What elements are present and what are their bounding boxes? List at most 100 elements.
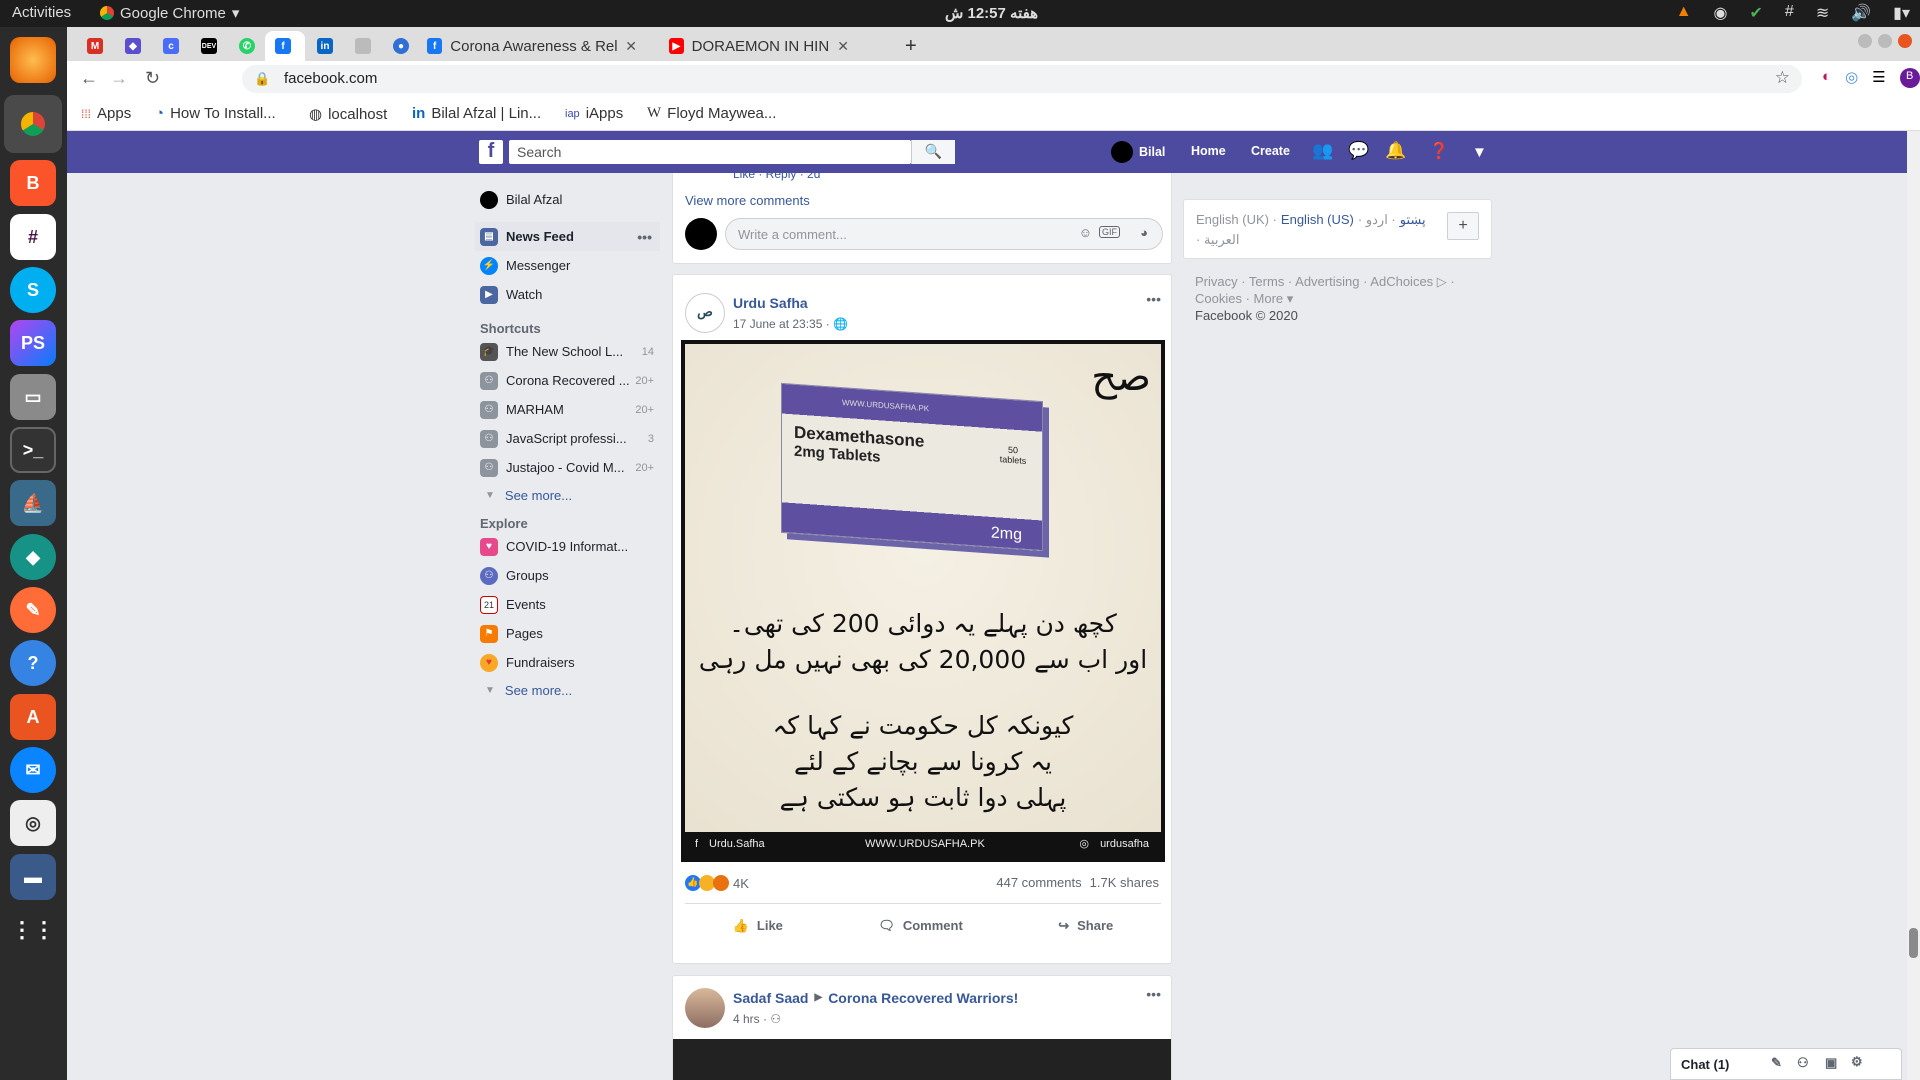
tab-app9[interactable]: ● <box>383 31 419 61</box>
notifications-icon[interactable]: 🔔 <box>1385 141 1406 161</box>
bookmark-iapps[interactable]: iap iApps <box>565 105 623 122</box>
vlc-icon[interactable]: ▲ <box>1676 3 1692 23</box>
friend-requests-icon[interactable]: 👥 <box>1312 141 1333 161</box>
maximize-icon[interactable] <box>1878 34 1892 48</box>
group-chat-icon[interactable]: ⚇ <box>1797 1055 1809 1071</box>
bookmark-floyd[interactable]: W Floyd Maywea... <box>647 105 776 122</box>
screen-icon[interactable]: ▬ <box>10 854 56 900</box>
sidebar-item-pages[interactable]: ⚑ Pages <box>475 619 660 648</box>
see-more-explore[interactable]: ▼ See more... <box>475 677 660 703</box>
sidebar-item-shortcut[interactable]: ⚇ Justajoo - Covid M... 20+ <box>475 453 660 482</box>
tab-blank[interactable] <box>345 31 381 61</box>
share-button[interactable]: ↪ Share <box>1058 918 1113 934</box>
media-icon[interactable]: ☰ <box>1872 68 1885 88</box>
extension-moon-icon[interactable]: ◐ <box>1822 68 1831 88</box>
scrollbar-thumb[interactable] <box>1909 928 1918 958</box>
language-option[interactable]: پښتو <box>1400 212 1426 228</box>
reaction-summary[interactable]: 👍 4K <box>685 875 749 891</box>
tab-gmail[interactable]: M <box>77 31 113 61</box>
see-more-shortcuts[interactable]: ▼ See more... <box>475 482 660 508</box>
sidebar-item-groups[interactable]: ⚇ Groups <box>475 561 660 590</box>
comment-actions[interactable]: Like · Reply · 2d <box>733 173 820 181</box>
footer-links[interactable]: Cookies · More ▾ <box>1195 290 1492 307</box>
comment-input[interactable]: Write a comment... ☺ GIF ◕ <box>725 218 1163 250</box>
close-icon[interactable]: ✕ <box>625 38 637 55</box>
address-bar[interactable]: 🔒 facebook.com ☆ <box>242 65 1802 93</box>
forward-icon[interactable]: → <box>110 68 128 89</box>
files-icon[interactable]: ▭ <box>10 374 56 420</box>
like-button[interactable]: 👍 Like <box>733 918 783 934</box>
help-icon[interactable]: ? <box>10 640 56 686</box>
minimize-icon[interactable] <box>1858 34 1872 48</box>
page-avatar[interactable]: ص <box>685 293 725 333</box>
close-window-icon[interactable] <box>1898 34 1912 48</box>
post-image[interactable]: صح Dexamethasone 2mg Tablets 50 tablets … <box>681 340 1165 862</box>
tab-dev[interactable]: DEV <box>191 31 227 61</box>
show-apps-icon[interactable]: ⋮⋮ <box>10 907 56 953</box>
language-option[interactable]: English (UK) · <box>1196 212 1277 228</box>
more-options-icon[interactable]: ••• <box>1146 291 1161 307</box>
share-count[interactable]: 1.7K shares <box>1090 875 1159 890</box>
rhythmbox-icon[interactable]: ◎ <box>10 800 56 846</box>
phpstorm-icon[interactable]: PS <box>10 320 56 366</box>
avatar[interactable] <box>685 988 725 1028</box>
profile-shortcut[interactable]: Bilal Afzal <box>475 185 660 214</box>
brave-icon[interactable]: B <box>10 160 56 206</box>
facebook-logo-icon[interactable]: f <box>479 140 503 164</box>
sidebar-item-shortcut[interactable]: 🎓 The New School L... 14 <box>475 337 660 366</box>
gitkraken-icon[interactable]: ◆ <box>10 534 56 580</box>
sidebar-item-shortcut[interactable]: ⚇ Corona Recovered ... 20+ <box>475 366 660 395</box>
create-link[interactable]: Create <box>1251 144 1290 158</box>
sidebar-item-messenger[interactable]: ⚡ Messenger <box>475 251 660 280</box>
chrome-dock-icon[interactable] <box>4 95 62 153</box>
bookmark-linkedin[interactable]: in Bilal Afzal | Lin... <box>412 105 541 122</box>
search-icon[interactable]: 🔍 <box>911 140 955 164</box>
language-option[interactable]: العربية · <box>1196 232 1239 248</box>
sidebar-item-shortcut[interactable]: ⚇ JavaScript professi... 3 <box>475 424 660 453</box>
volume-icon[interactable]: 🔊 <box>1851 3 1871 23</box>
add-language-button[interactable]: + <box>1447 212 1479 240</box>
back-icon[interactable]: ← <box>80 68 98 89</box>
star-icon[interactable]: ☆ <box>1775 68 1790 88</box>
slack-tray-icon[interactable]: # <box>1785 3 1794 23</box>
clock[interactable]: هفته 12:57 ش <box>945 4 1038 22</box>
post-timestamp[interactable]: 4 hrs · ⚇ <box>733 1012 781 1026</box>
language-option[interactable]: English (US) <box>1281 212 1354 228</box>
more-options-icon[interactable]: ••• <box>637 229 652 245</box>
bookmark-apps[interactable]: ⁞⁞⁞ Apps <box>81 105 131 122</box>
more-options-icon[interactable]: ••• <box>1146 986 1161 1002</box>
search-input[interactable]: Search <box>509 140 911 164</box>
mysql-workbench-icon[interactable]: ⛵ <box>10 480 56 526</box>
post-timestamp[interactable]: 17 June at 23:35 · 🌐 <box>733 317 848 331</box>
gif-icon[interactable]: GIF <box>1099 226 1120 238</box>
app-menu[interactable]: Google Chrome ▾ <box>100 4 239 22</box>
system-tray[interactable]: ▲ ◉ ✔ # ≋ 🔊 ▮▾ <box>1676 3 1910 23</box>
sidebar-item-fundraisers[interactable]: ♥ Fundraisers <box>475 648 660 677</box>
thunderbird-icon[interactable]: ✉ <box>10 747 56 793</box>
tab-whatsapp[interactable]: ✆ <box>229 31 265 61</box>
check-icon[interactable]: ✔ <box>1750 3 1763 23</box>
tab-corona-awareness[interactable]: f Corona Awareness & Relie ✕ <box>417 31 647 61</box>
home-link[interactable]: Home <box>1191 144 1226 158</box>
comment-count[interactable]: 447 comments <box>996 875 1081 890</box>
bookmark-localhost[interactable]: ◍ localhost <box>309 105 387 124</box>
compose-icon[interactable]: ✎ <box>1771 1055 1782 1071</box>
footer-links[interactable]: Privacy · Terms · Advertising · AdChoice… <box>1195 273 1492 290</box>
post-media[interactable] <box>673 1039 1171 1080</box>
gear-icon[interactable]: ⚙ <box>1851 1054 1863 1070</box>
sidebar-item-covid-info[interactable]: ♥ COVID-19 Informat... <box>475 532 660 561</box>
tab-facebook-active[interactable]: f <box>265 31 305 61</box>
sidebar-item-watch[interactable]: ▶ Watch <box>475 280 660 309</box>
comment-button[interactable]: 🗨 Comment <box>878 918 962 934</box>
post-author[interactable]: Sadaf Saad <box>733 990 808 1006</box>
post-author[interactable]: Urdu Safha <box>733 295 808 311</box>
language-option[interactable]: · اردو · <box>1358 212 1396 228</box>
sidebar-item-events[interactable]: 21 Events <box>475 590 660 619</box>
messenger-icon[interactable]: 💬 <box>1348 141 1369 161</box>
group-link[interactable]: Corona Recovered Warriors! <box>828 990 1018 1006</box>
chevron-down-icon[interactable]: ▼ <box>1472 144 1487 161</box>
terminal-icon[interactable]: >_ <box>10 427 56 473</box>
tab-app3[interactable]: c <box>153 31 189 61</box>
slack-icon[interactable]: # <box>10 214 56 260</box>
close-icon[interactable]: ✕ <box>837 38 849 55</box>
